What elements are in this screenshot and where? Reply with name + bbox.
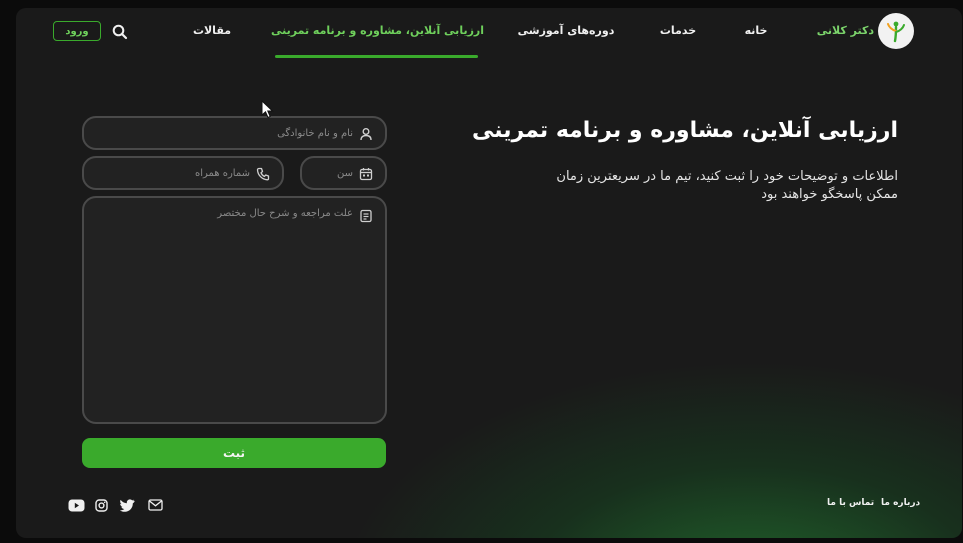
twitter-icon <box>119 498 134 512</box>
name-field[interactable]: نام و نام خانوادگی <box>82 116 387 150</box>
page: دکتر کلانی خانه خدمات دوره‌های آموزشی ار… <box>16 8 962 538</box>
mail-icon <box>147 499 163 511</box>
youtube-icon <box>68 499 84 511</box>
reason-placeholder: علت مراجعه و شرح حال مختصر <box>217 208 353 219</box>
notes-icon <box>359 208 373 223</box>
page-description: اطلاعات و توضیحات خود را ثبت کنید، تیم م… <box>556 169 898 202</box>
email-link[interactable] <box>146 496 164 514</box>
twitter-link[interactable] <box>118 496 136 514</box>
instagram-link[interactable] <box>92 496 110 514</box>
nav-item-online-assessment[interactable]: ارزیابی آنلاین، مشاوره و برنامه تمرینی <box>271 24 484 37</box>
mouse-cursor-icon <box>261 99 275 120</box>
login-button[interactable]: ورود <box>53 21 101 41</box>
logo-icon <box>887 21 905 43</box>
search-icon <box>112 24 128 40</box>
footer-link-about[interactable]: درباره ما <box>881 498 920 508</box>
logo[interactable] <box>878 13 914 49</box>
age-field[interactable]: سن <box>300 156 387 190</box>
calendar-icon <box>359 166 373 181</box>
phone-field[interactable]: شماره همراه <box>82 156 284 190</box>
nav-item-articles[interactable]: مقالات <box>184 24 240 37</box>
active-nav-underline <box>275 55 478 58</box>
name-placeholder: نام و نام خانوادگی <box>277 127 353 139</box>
submit-button[interactable]: ثبت <box>82 438 386 468</box>
age-placeholder: سن <box>337 167 353 179</box>
nav-item-services[interactable]: خدمات <box>650 24 706 37</box>
search-button[interactable] <box>111 23 129 41</box>
instagram-icon <box>94 498 108 512</box>
reason-textarea[interactable]: علت مراجعه و شرح حال مختصر <box>82 196 387 424</box>
phone-placeholder: شماره همراه <box>194 167 250 179</box>
phone-icon <box>256 166 270 181</box>
nav-item-home[interactable]: خانه <box>734 24 778 37</box>
page-title: ارزیابی آنلاین، مشاوره و برنامه تمرینی <box>471 118 898 143</box>
nav-item-courses[interactable]: دوره‌های آموزشی <box>512 24 620 37</box>
footer-link-contact[interactable]: تماس با ما <box>827 498 874 508</box>
youtube-link[interactable] <box>67 496 85 514</box>
brand-name[interactable]: دکتر کلانی <box>808 24 874 37</box>
user-icon <box>359 126 373 141</box>
